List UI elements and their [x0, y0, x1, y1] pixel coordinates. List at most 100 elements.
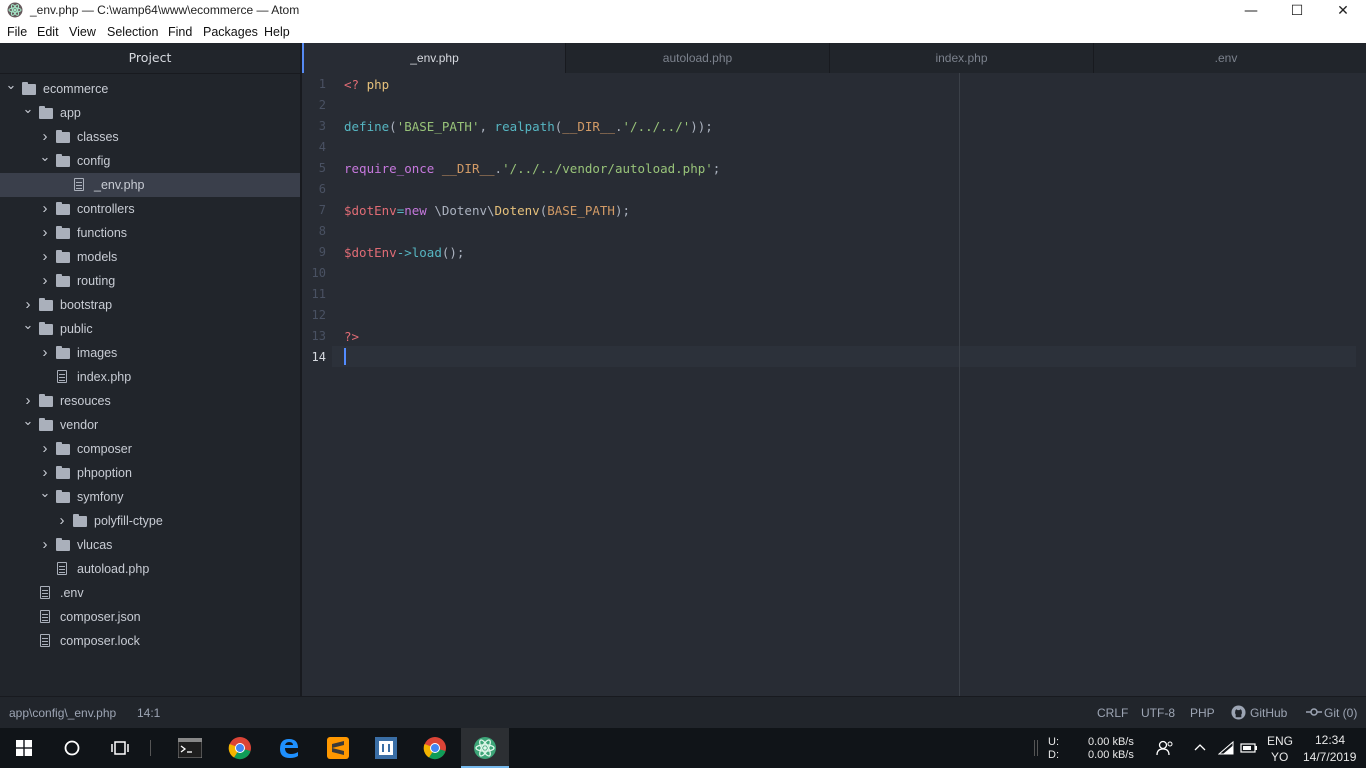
tab-env-php[interactable]: _env.php	[302, 43, 566, 73]
menu-selection[interactable]: Selection	[107, 25, 158, 39]
menu-file[interactable]: File	[7, 25, 27, 39]
chevron-down-icon[interactable]: ⌄	[5, 73, 17, 97]
window-title: _env.php — C:\wamp64\www\ecommerce — Ato…	[30, 3, 300, 17]
taskbar-chrome-2[interactable]	[411, 728, 459, 768]
chevron-right-icon[interactable]: ›	[39, 269, 51, 293]
line-number: 3	[318, 119, 326, 133]
file-icon	[40, 634, 50, 647]
chevron-right-icon[interactable]: ›	[39, 437, 51, 461]
menu-edit[interactable]: Edit	[37, 25, 59, 39]
terminal-icon	[178, 738, 202, 758]
task-view-button[interactable]	[96, 728, 144, 768]
taskbar-sublime[interactable]	[314, 728, 362, 768]
code-editor[interactable]: 1 2 3 4 5 6 7 8 9 10 11 12 13 14 <? php define('BASE_P…	[302, 73, 1366, 696]
tree-item[interactable]: .env	[0, 581, 300, 605]
tab-bar: _env.php autoload.php index.php .env	[302, 43, 1366, 73]
menu-help[interactable]: Help	[264, 25, 290, 39]
tree-item[interactable]: › images	[0, 341, 300, 365]
tree-item[interactable]: ⌄ vendor	[0, 413, 300, 437]
status-encoding[interactable]: UTF-8	[1141, 706, 1175, 720]
chevron-down-icon[interactable]: ⌄	[22, 313, 34, 337]
tree-item[interactable]: › composer	[0, 437, 300, 461]
chevron-right-icon[interactable]: ›	[39, 341, 51, 365]
chevron-right-icon[interactable]: ›	[56, 509, 68, 533]
code-line: <? php	[344, 77, 389, 92]
clock-time[interactable]: 12:34	[1315, 733, 1345, 747]
menu-packages[interactable]: Packages	[203, 25, 258, 39]
code-line: $dotEnv->load();	[344, 245, 464, 260]
edge-icon	[280, 739, 298, 758]
tree-item[interactable]: autoload.php	[0, 557, 300, 581]
tree-item-label: functions	[77, 226, 128, 240]
start-button[interactable]	[0, 728, 48, 768]
tree-item[interactable]: › vlucas	[0, 533, 300, 557]
chevron-down-icon[interactable]: ⌄	[39, 145, 51, 169]
tree-item[interactable]: › models	[0, 245, 300, 269]
tree-item[interactable]: › polyfill-ctype	[0, 509, 300, 533]
tree-item[interactable]: _env.php	[0, 173, 300, 197]
close-button[interactable]: ✕	[1320, 0, 1366, 22]
status-line-ending[interactable]: CRLF	[1097, 706, 1128, 720]
tree-item[interactable]: composer.lock	[0, 629, 300, 653]
tree-item-label: public	[60, 322, 93, 336]
tree-item-label: .env	[60, 586, 84, 600]
clock-date[interactable]: 14/7/2019	[1303, 750, 1356, 764]
tree-item[interactable]: ⌄ public	[0, 317, 300, 341]
folder-icon	[56, 274, 70, 287]
maximize-button[interactable]: ☐	[1274, 0, 1320, 22]
tab-autoload-php[interactable]: autoload.php	[566, 43, 830, 73]
status-github[interactable]: GitHub	[1250, 706, 1287, 720]
tree-item[interactable]: ⌄ symfony	[0, 485, 300, 509]
language-indicator[interactable]: ENG	[1267, 734, 1293, 748]
taskbar-bracket-app[interactable]	[362, 728, 410, 768]
language-region[interactable]: YO	[1271, 750, 1288, 764]
folder-icon	[56, 442, 70, 455]
tree-item[interactable]: › functions	[0, 221, 300, 245]
people-icon[interactable]	[1156, 740, 1174, 756]
status-file-path[interactable]: app\config\_env.php	[9, 706, 116, 720]
tree-item[interactable]: › bootstrap	[0, 293, 300, 317]
taskbar-atom[interactable]	[461, 728, 509, 768]
status-git[interactable]: Git (0)	[1324, 706, 1357, 720]
menu-find[interactable]: Find	[168, 25, 192, 39]
chevron-right-icon[interactable]: ›	[39, 197, 51, 221]
chevron-down-icon[interactable]: ⌄	[22, 97, 34, 121]
chrome-icon	[423, 737, 446, 760]
tree-item[interactable]: ⌄ ecommerce	[0, 77, 300, 101]
tab-dot-env[interactable]: .env	[1094, 43, 1358, 73]
menu-view[interactable]: View	[69, 25, 96, 39]
status-cursor-position[interactable]: 14:1	[137, 706, 160, 720]
tree-item-label: app	[60, 106, 81, 120]
search-button[interactable]	[48, 728, 96, 768]
tab-index-php[interactable]: index.php	[830, 43, 1094, 73]
editor-scrollbar[interactable]	[1356, 73, 1366, 696]
tree-item[interactable]: ⌄ config	[0, 149, 300, 173]
chevron-down-icon[interactable]: ⌄	[39, 481, 51, 505]
tree-item[interactable]: index.php	[0, 365, 300, 389]
chevron-up-icon[interactable]	[1194, 742, 1206, 752]
tree-item[interactable]: › resouces	[0, 389, 300, 413]
chevron-down-icon[interactable]: ⌄	[22, 409, 34, 433]
tree-item[interactable]: › routing	[0, 269, 300, 293]
tree-item[interactable]: ⌄ app	[0, 101, 300, 125]
tree-item-label: controllers	[77, 202, 135, 216]
code-token: require_once	[344, 161, 435, 176]
tree-item-label: images	[77, 346, 118, 360]
taskbar-terminal[interactable]	[166, 728, 214, 768]
tree-item[interactable]: composer.json	[0, 605, 300, 629]
taskbar-chrome[interactable]	[216, 728, 264, 768]
status-grammar[interactable]: PHP	[1190, 706, 1215, 720]
chevron-right-icon[interactable]: ›	[39, 221, 51, 245]
folder-icon	[39, 418, 53, 431]
battery-icon[interactable]	[1240, 741, 1258, 755]
sublime-text-icon	[327, 737, 349, 759]
windows-taskbar: U: D: 0.00 kB/s 0.00 kB/s ENG YO 12:34 1…	[0, 728, 1366, 768]
tree-item[interactable]: › controllers	[0, 197, 300, 221]
taskbar-edge[interactable]	[265, 728, 313, 768]
code-token: \Dotenv\	[426, 203, 495, 218]
line-number: 9	[318, 245, 326, 259]
chevron-right-icon[interactable]: ›	[39, 533, 51, 557]
wifi-icon[interactable]	[1218, 740, 1234, 756]
chevron-right-icon[interactable]: ›	[39, 245, 51, 269]
minimize-button[interactable]: —	[1228, 0, 1274, 22]
